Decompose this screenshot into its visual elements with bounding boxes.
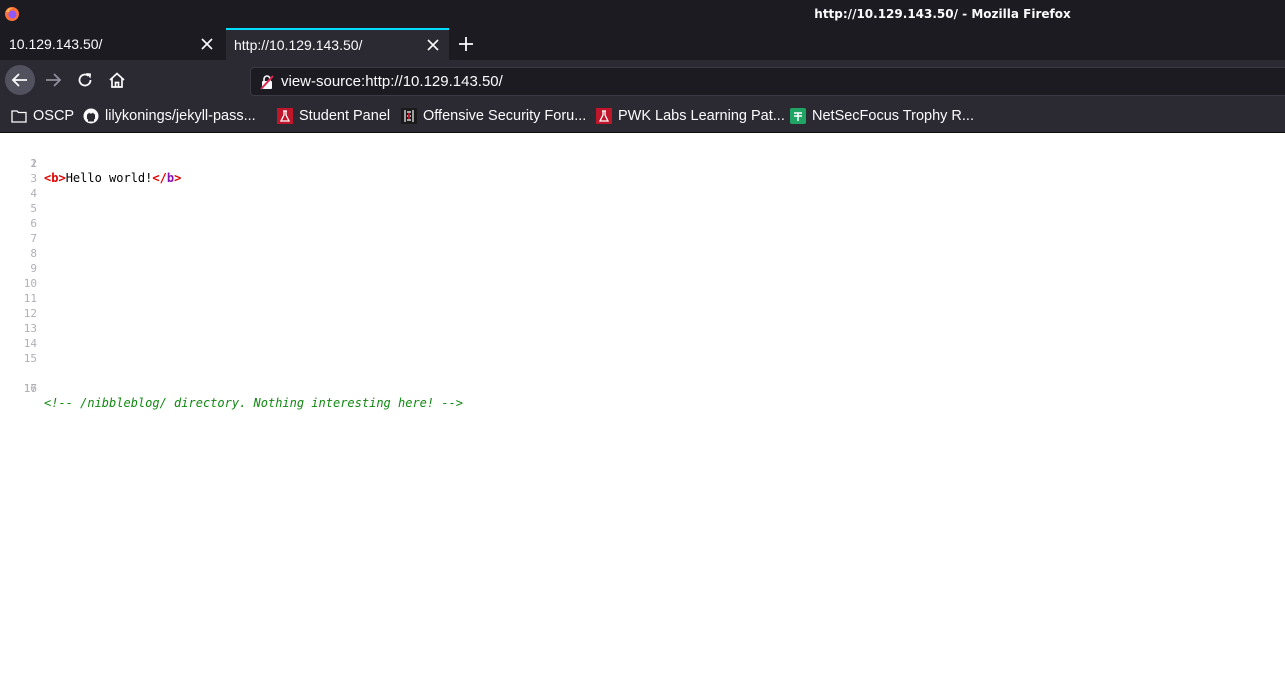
new-tab-button[interactable] — [452, 28, 480, 60]
line-number: 7 — [30, 232, 37, 245]
line-number: 12 — [23, 307, 37, 320]
line-number: 8 — [30, 247, 37, 260]
line-number: 2 — [30, 157, 37, 170]
bookmark-label: NetSecFocus Trophy R... — [812, 108, 974, 124]
bookmarks-toolbar: OSCP lilykonings/jekyll-pass... Student … — [0, 100, 1285, 133]
source-text: Hello world! — [65, 171, 153, 185]
arrow-left-icon — [11, 73, 27, 87]
html-tag: </ — [152, 171, 167, 185]
offsec-icon — [277, 108, 293, 124]
window-title: http://10.129.143.50/ - Mozilla Firefox — [814, 7, 1071, 21]
bookmark-label: lilykonings/jekyll-pass... — [105, 108, 256, 124]
home-icon — [109, 72, 125, 88]
line-number: 15 — [23, 352, 37, 365]
back-button[interactable] — [5, 65, 35, 95]
offsec-forum-icon — [401, 108, 417, 124]
line-number: 14 — [23, 337, 37, 350]
bookmark-offsec-forum[interactable]: Offensive Security Foru... — [401, 100, 586, 132]
bookmark-oscp-folder[interactable]: OSCP — [11, 100, 74, 132]
line-number: 3 — [30, 172, 37, 185]
bookmark-label: PWK Labs Learning Pat... — [618, 108, 785, 124]
url-input[interactable]: view-source:http://10.129.143.50/ — [281, 68, 503, 95]
line-number: 4 — [30, 187, 37, 200]
folder-icon — [11, 110, 27, 123]
tab-label: 10.129.143.50/ — [9, 36, 103, 52]
tab-label: http://10.129.143.50/ — [234, 37, 363, 53]
bookmark-label: Offensive Security Foru... — [423, 108, 587, 124]
github-icon — [83, 108, 99, 124]
close-icon — [201, 38, 213, 50]
page-source-view: 1 <b>Hello world!</b> 2 3 4 5 6 7 8 9 10… — [0, 133, 1285, 699]
home-button[interactable] — [102, 65, 132, 95]
arrow-right-icon — [46, 73, 62, 87]
bookmark-label: Student Panel — [299, 108, 391, 124]
tab-strip: 10.129.143.50/ http://10.129.143.50/ — [0, 28, 1285, 60]
bookmark-student-panel[interactable]: Student Panel — [277, 100, 390, 132]
source-line: 1 <b>Hello world!</b> — [0, 141, 181, 185]
forward-button[interactable] — [38, 65, 68, 95]
bookmark-jekyll[interactable]: lilykonings/jekyll-pass... — [83, 100, 256, 132]
line-number: 5 — [30, 202, 37, 215]
insecure-lock-icon — [260, 75, 274, 90]
bookmark-netsecfocus[interactable]: NetSecFocus Trophy R... — [790, 100, 974, 132]
line-number: 9 — [30, 262, 37, 275]
url-bar[interactable]: view-source:http://10.129.143.50/ — [250, 67, 1285, 96]
line-number: 13 — [23, 322, 37, 335]
html-tag: > — [174, 171, 182, 185]
html-tag-name: b — [166, 171, 175, 185]
line-number: 11 — [23, 292, 37, 305]
source-line: 16 <!-- /nibbleblog/ directory. Nothing … — [0, 366, 463, 410]
sheets-icon — [790, 108, 806, 124]
bookmark-label: OSCP — [33, 108, 75, 124]
tab-active[interactable]: http://10.129.143.50/ — [226, 28, 449, 60]
reload-icon — [78, 73, 92, 87]
reload-button[interactable] — [70, 65, 100, 95]
close-tab-button[interactable] — [191, 28, 223, 60]
title-bar: http://10.129.143.50/ - Mozilla Firefox — [0, 0, 1285, 28]
line-number: 10 — [23, 277, 37, 290]
line-number: 6 — [30, 217, 37, 230]
tab-inactive[interactable]: 10.129.143.50/ — [0, 28, 223, 60]
source-code: <b>Hello world!</b> — [44, 171, 181, 186]
offsec-icon — [596, 108, 612, 124]
close-tab-button[interactable] — [417, 29, 449, 61]
html-tag: <b> — [44, 171, 66, 185]
line-number: 17 — [23, 382, 37, 395]
close-icon — [427, 39, 439, 51]
bookmark-pwk-labs[interactable]: PWK Labs Learning Pat... — [596, 100, 785, 132]
plus-icon — [459, 37, 473, 51]
html-comment: <!-- /nibbleblog/ directory. Nothing int… — [44, 396, 464, 410]
